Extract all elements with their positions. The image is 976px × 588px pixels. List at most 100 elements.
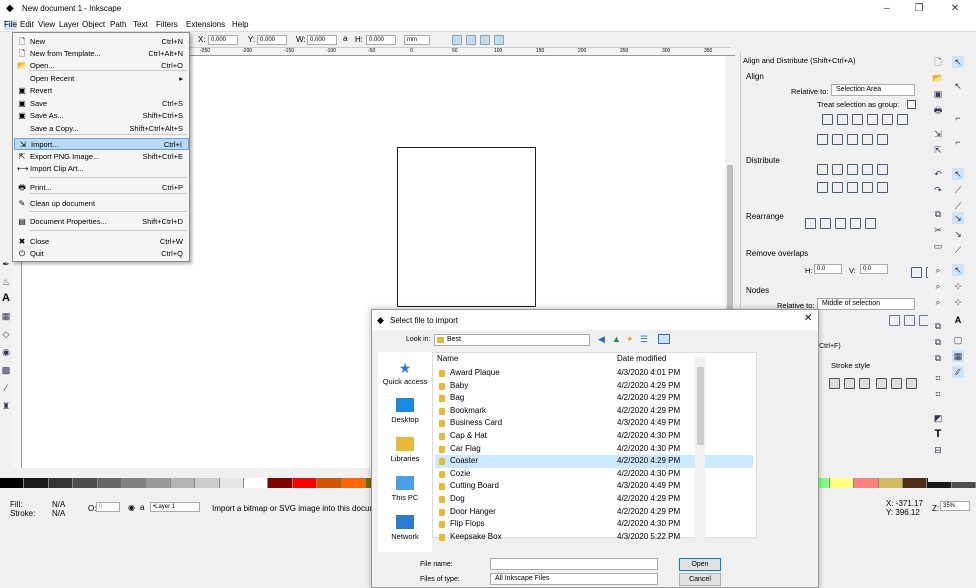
file-menu-item[interactable]: ⇱ Export PNG Image... Shift+Ctrl+E [14, 151, 189, 163]
new-folder-icon[interactable]: ✦ [626, 334, 634, 345]
visibility-eye-icon[interactable]: ◉ [128, 503, 135, 512]
snap-page-icon[interactable]: ▢ [952, 334, 964, 346]
menu-layer[interactable]: Layer [59, 20, 79, 30]
stroke-style-icon[interactable] [844, 378, 855, 389]
ungroup-icon[interactable]: ⌗ [932, 388, 944, 400]
rearrange-button-icon[interactable] [850, 218, 861, 229]
mesh-tool-icon[interactable]: ▩ [0, 364, 12, 376]
h-gap-input[interactable]: 0.0 [814, 264, 842, 274]
align-button-icon[interactable] [877, 134, 888, 145]
align-button-icon[interactable] [852, 114, 863, 125]
rearrange-button-icon[interactable] [820, 218, 831, 229]
duplicate-icon[interactable]: ⧉ [932, 320, 944, 332]
paste-icon[interactable]: ▭ [932, 240, 944, 252]
close-button[interactable]: ✕ [940, 0, 970, 18]
menu-path[interactable]: Path [110, 20, 126, 30]
menu-help[interactable]: Help [232, 20, 248, 30]
distribute-button-icon[interactable] [847, 164, 858, 175]
palette-swatch[interactable] [146, 478, 171, 488]
node-align-icon[interactable] [889, 315, 900, 326]
transform-pattern-icon[interactable] [494, 35, 504, 45]
file-menu-item[interactable]: ▣ Save Ctrl+S [14, 98, 189, 110]
file-menu-item[interactable]: 🗋 New Ctrl+N [14, 36, 189, 48]
file-menu-item[interactable]: 🖶 Print... Ctrl+P [14, 182, 189, 194]
file-row[interactable]: Keepsake Box 4/3/2020 5:22 PM [435, 531, 753, 544]
unlink-clone-icon[interactable]: ⧉ [932, 352, 944, 364]
file-row[interactable]: Cutting Board 4/3/2020 4:49 PM [435, 480, 753, 493]
file-row[interactable]: Cozie 4/2/2020 4:30 PM [435, 468, 753, 481]
fill-stroke-icon[interactable]: ◩ [932, 412, 944, 424]
align-button-icon[interactable] [847, 134, 858, 145]
palette-swatch[interactable] [829, 478, 855, 488]
w-input[interactable]: 0.000 [307, 35, 337, 45]
palette-swatch[interactable] [122, 478, 147, 488]
lock-icon[interactable]: a [343, 34, 347, 43]
rearrange-button-icon[interactable] [865, 218, 876, 229]
align-button-icon[interactable] [862, 134, 873, 145]
export-document-icon[interactable]: ⇱ [932, 144, 944, 156]
rearrange-button-icon[interactable] [835, 218, 846, 229]
nodes-relative-select[interactable]: Middle of selection [817, 298, 915, 310]
text-font-icon[interactable]: T [932, 428, 944, 440]
file-row[interactable]: Flip Flops 4/2/2020 4:30 PM [435, 518, 753, 531]
h-input[interactable]: 0.000 [366, 35, 396, 45]
transform-gradient-icon[interactable] [480, 35, 490, 45]
distribute-button-icon[interactable] [817, 182, 828, 193]
file-menu-item[interactable]: ⇲ Import... Ctrl+I [14, 138, 189, 150]
bucket-tool-icon[interactable]: ◉ [0, 346, 12, 358]
menu-edit[interactable]: Edit [20, 20, 34, 30]
palette-swatch[interactable] [219, 478, 245, 488]
open-document-icon[interactable]: 📂 [932, 72, 944, 84]
align-button-icon[interactable] [867, 114, 878, 125]
v-gap-input[interactable]: 0.0 [860, 264, 888, 274]
distribute-button-icon[interactable] [832, 164, 843, 175]
snap-rotation-icon[interactable]: ⊹ [952, 280, 964, 292]
snap-nodes-icon[interactable]: ↖ [952, 168, 964, 180]
redo-icon[interactable]: ↷ [932, 184, 944, 196]
file-name-input[interactable] [490, 558, 658, 570]
minimize-button[interactable]: – [872, 0, 902, 18]
zoom-page-icon[interactable]: ⌕ [932, 296, 944, 308]
node-align-icon[interactable] [904, 315, 915, 326]
file-menu-item[interactable]: Open Recent ▸ [14, 73, 189, 85]
palette-swatch[interactable] [878, 478, 904, 488]
group-icon[interactable]: ⌗ [932, 372, 944, 384]
menu-view[interactable]: View [38, 20, 55, 30]
menu-file[interactable]: File [4, 20, 17, 30]
menu-extensions[interactable]: Extensions [186, 20, 225, 30]
menu-object[interactable]: Object [82, 20, 105, 30]
distribute-button-icon[interactable] [877, 164, 888, 175]
back-icon[interactable]: ◀ [598, 334, 605, 345]
y-input[interactable]: 0.000 [257, 35, 287, 45]
save-document-icon[interactable]: ▣ [932, 88, 944, 100]
distribute-button-icon[interactable] [847, 182, 858, 193]
file-type-select[interactable]: All Inkscape Files [490, 573, 658, 585]
palette-swatch[interactable] [170, 478, 196, 488]
palette-swatch[interactable] [268, 478, 293, 488]
file-menu-item[interactable]: 📂 Open... Ctrl+O [14, 60, 189, 72]
file-row[interactable]: Baby 4/2/2020 4:29 PM [435, 380, 753, 393]
place-quick-access[interactable]: ★ Quick access [378, 360, 432, 386]
menu-filters[interactable]: Filters [156, 20, 178, 30]
snap-corner-icon[interactable]: ⌐ [952, 136, 964, 148]
view-menu-icon[interactable]: ☰ [640, 334, 648, 345]
new-document-icon[interactable]: 🗋 [932, 56, 944, 68]
align-button-icon[interactable] [882, 114, 893, 125]
file-menu-item[interactable]: Save a Copy... Shift+Ctrl+Alt+S [14, 123, 189, 135]
document-page[interactable] [397, 147, 536, 307]
transform-corners-icon[interactable] [466, 35, 476, 45]
palette-swatch[interactable] [292, 478, 318, 488]
snap-midpoint-icon[interactable]: ⟋ [952, 244, 964, 256]
column-name-header[interactable]: Name [437, 353, 458, 365]
zoom-drawing-icon[interactable]: ⌕ [932, 280, 944, 292]
align-button-icon[interactable] [822, 114, 833, 125]
file-row[interactable]: Coaster 4/2/2020 4:29 PM [435, 455, 753, 468]
file-row[interactable]: Door Hanger 4/2/2020 4:29 PM [435, 506, 753, 519]
distribute-button-icon[interactable] [877, 182, 888, 193]
eraser-tool-icon[interactable]: ◇ [0, 328, 12, 340]
snap-bbox-icon[interactable]: ↖ [952, 80, 964, 92]
lock-layer-icon[interactable]: a [140, 503, 144, 512]
up-folder-icon[interactable]: ▲ [612, 334, 621, 344]
spray-tool-icon[interactable]: ♨ [0, 276, 12, 288]
relative-to-select[interactable]: Selection Area [831, 84, 915, 96]
